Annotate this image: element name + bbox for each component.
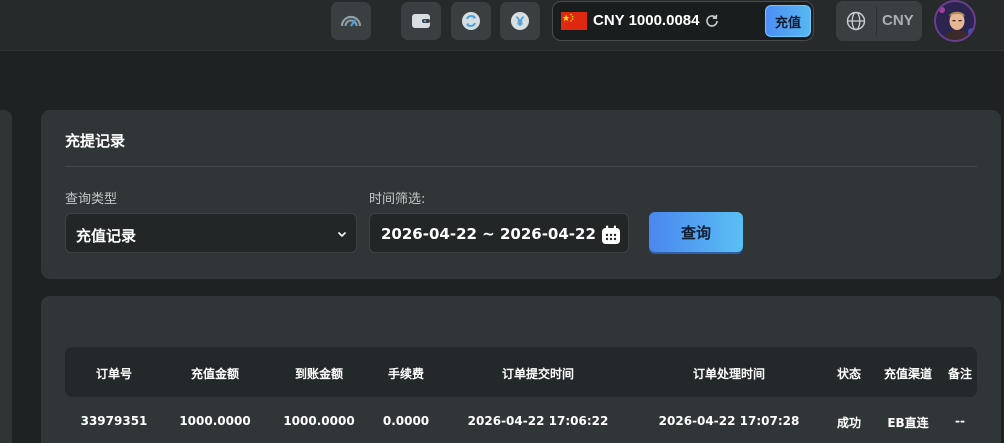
calendar-icon[interactable] xyxy=(600,224,622,246)
divider xyxy=(876,7,877,35)
table-cell-order-id: 33979351 xyxy=(80,414,148,428)
table-cell-process-time: 2026-04-22 17:07:28 xyxy=(658,414,800,428)
exchange-icon xyxy=(462,12,480,30)
balance-widget: CNY 1000.0084 充值 xyxy=(552,1,814,41)
sidebar-panel-edge xyxy=(0,110,12,443)
table-cell-submit-time: 2026-04-22 17:06:22 xyxy=(467,414,609,428)
wallet-icon xyxy=(412,14,430,28)
column-header-deposit-amount: 充值金额 xyxy=(190,367,240,381)
balance-amount: CNY 1000.0084 xyxy=(593,12,700,29)
column-header-order-id: 订单号 xyxy=(95,367,133,381)
page-title: 充提记录 xyxy=(65,132,126,150)
query-type-select[interactable]: 充值记录 xyxy=(65,213,357,253)
avatar[interactable] xyxy=(934,0,976,42)
time-filter-label: 时间筛选: xyxy=(369,192,426,207)
top-bar: CNY 1000.0084 充值 CNY xyxy=(0,0,1004,51)
column-header-fee: 手续费 xyxy=(387,367,425,381)
column-header-status: 状态 xyxy=(836,367,862,381)
divider xyxy=(65,166,977,167)
chevron-down-icon xyxy=(337,231,347,238)
speedometer-icon xyxy=(340,15,362,27)
table-cell-remark: -- xyxy=(955,414,965,428)
query-button[interactable]: 查询 xyxy=(649,212,743,252)
table-cell-deposit-amount: 1000.0000 xyxy=(179,414,251,428)
results-card: 订单号 充值金额 到账金额 手续费 订单提交时间 订单处理时间 状态 充值渠道 … xyxy=(41,296,1001,443)
column-header-credited-amount: 到账金额 xyxy=(294,367,344,381)
date-range-input[interactable]: 2026-04-22 ~ 2026-04-22 xyxy=(369,213,629,253)
table-cell-fee: 0.0000 xyxy=(382,414,430,428)
exchange-button[interactable] xyxy=(451,2,491,40)
currency-label: CNY xyxy=(882,12,914,29)
globe-icon xyxy=(846,11,866,31)
filter-card: 充提记录 查询类型 充值记录 时间筛选: 2026-04-22 ~ 2026-0… xyxy=(41,110,1001,279)
refresh-icon[interactable] xyxy=(704,13,720,29)
language-currency-selector[interactable]: CNY xyxy=(836,1,922,41)
query-type-label: 查询类型 xyxy=(65,192,118,207)
table-cell-credited-amount: 1000.0000 xyxy=(283,414,355,428)
china-flag-icon xyxy=(561,12,587,30)
deposit-button[interactable]: 充值 xyxy=(765,5,811,37)
query-type-value: 充值记录 xyxy=(76,227,137,245)
column-header-remark: 备注 xyxy=(947,367,973,381)
yen-button[interactable] xyxy=(500,2,540,40)
yen-icon xyxy=(511,12,529,30)
column-header-submit-time: 订单提交时间 xyxy=(501,367,575,381)
column-header-channel: 充值渠道 xyxy=(883,367,933,381)
speedometer-button[interactable] xyxy=(331,2,371,40)
column-header-process-time: 订单处理时间 xyxy=(692,367,766,381)
table-cell-channel: EB直连 xyxy=(887,416,929,430)
date-range-value: 2026-04-22 ~ 2026-04-22 xyxy=(381,225,596,243)
wallet-button[interactable] xyxy=(401,2,441,40)
table-cell-status: 成功 xyxy=(836,416,862,430)
